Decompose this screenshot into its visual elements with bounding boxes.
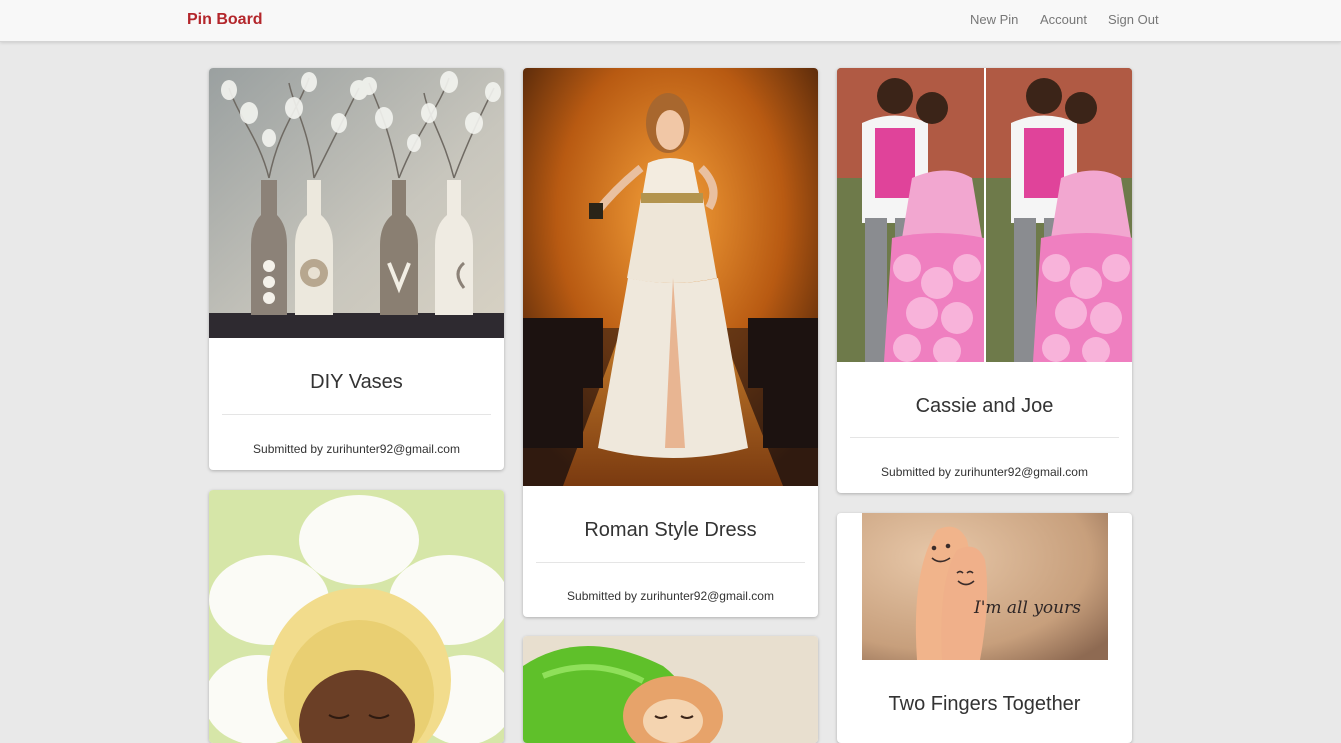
pin-card-kitten[interactable] [523, 636, 818, 743]
brand-link[interactable]: Pin Board [187, 11, 263, 29]
sign-out-link[interactable]: Sign Out [1108, 12, 1159, 27]
pin-card-two-fingers-together[interactable]: I'm all yours Two Fingers Together [837, 513, 1132, 743]
couple-photo[interactable] [837, 68, 1132, 362]
submitted-prefix: Submitted by [253, 442, 324, 456]
account-link[interactable]: Account [1040, 12, 1087, 27]
fingers-photo[interactable]: I'm all yours [862, 513, 1108, 660]
submitter-email: zurihunter92@gmail.com [954, 465, 1088, 479]
pin-title: DIY Vases [310, 371, 403, 393]
submitted-prefix: Submitted by [881, 465, 952, 479]
pin-card-roman-style-dress[interactable]: Roman Style Dress Submitted by zurihunte… [523, 68, 818, 617]
new-pin-link[interactable]: New Pin [970, 12, 1018, 27]
vases-photo[interactable] [209, 68, 504, 338]
submitted-prefix: Submitted by [567, 589, 638, 603]
image-caption-text: I'm all yours [973, 598, 1081, 618]
submitted-by: Submitted by zurihunter92@gmail.com [209, 442, 504, 456]
pin-card-diy-vases[interactable]: DIY Vases Submitted by zurihunter92@gmai… [209, 68, 504, 470]
dress-photo[interactable] [523, 68, 818, 486]
divider [536, 562, 805, 563]
pin-title: Roman Style Dress [584, 519, 757, 541]
submitter-email: zurihunter92@gmail.com [326, 442, 460, 456]
pin-card-cassie-and-joe[interactable]: Cassie and Joe Submitted by zurihunter92… [837, 68, 1132, 493]
divider [850, 437, 1119, 438]
pin-card-baby[interactable] [209, 490, 504, 743]
baby-photo[interactable] [209, 490, 504, 743]
pin-title: Two Fingers Together [888, 693, 1081, 715]
navbar: Pin Board New Pin Account Sign Out [0, 0, 1341, 42]
submitter-email: zurihunter92@gmail.com [640, 589, 774, 603]
divider [222, 414, 491, 415]
kitten-photo[interactable] [523, 636, 818, 743]
pin-title: Cassie and Joe [915, 395, 1054, 417]
submitted-by: Submitted by zurihunter92@gmail.com [523, 589, 818, 603]
submitted-by: Submitted by zurihunter92@gmail.com [837, 465, 1132, 479]
